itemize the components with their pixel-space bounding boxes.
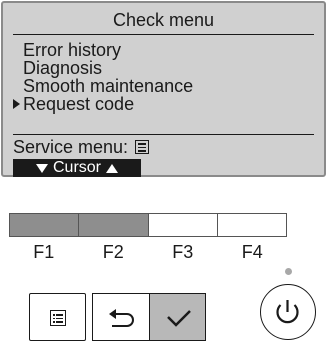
f4-key[interactable] [217, 214, 286, 236]
selection-arrow-icon [13, 99, 20, 109]
screen-title: Check menu [112, 10, 215, 30]
function-key-labels: F1 F2 F3 F4 [9, 243, 287, 261]
power-button[interactable] [260, 284, 316, 340]
f2-key[interactable] [79, 214, 149, 236]
checkmark-icon [167, 310, 191, 327]
cursor-up-icon [106, 163, 118, 173]
menu-item-label: Error history [23, 40, 122, 60]
cursor-hint-bar: Cursor [13, 159, 141, 177]
footer-divider [13, 134, 314, 135]
menu-item-label: Diagnosis [23, 58, 103, 78]
menu-item-label: Smooth maintenance [23, 76, 194, 96]
cursor-label: Cursor [52, 159, 101, 176]
function-key-row [9, 213, 287, 237]
menu-item-label: Request code [23, 94, 135, 114]
title-divider [13, 34, 314, 35]
f1-key[interactable] [10, 214, 80, 236]
return-button[interactable] [92, 293, 149, 341]
confirm-button[interactable] [149, 293, 206, 341]
return-arrow-icon [109, 309, 134, 327]
check-menu-list: Error history Diagnosis Smooth maintenan… [13, 41, 193, 114]
lcd-screen: Check menu Error history Diagnosis Smoot… [1, 1, 326, 177]
menu-item-request-code[interactable]: Request code [13, 94, 193, 114]
menu-list-icon [50, 310, 66, 326]
menu-item-error-history[interactable]: Error history [23, 41, 193, 59]
f4-label: F4 [241, 242, 263, 262]
menu-button[interactable] [29, 293, 86, 341]
f1-label: F1 [33, 242, 55, 262]
cursor-down-icon [35, 163, 48, 173]
menu-list-icon [135, 140, 150, 154]
f3-key[interactable] [148, 214, 218, 236]
f2-label: F2 [102, 242, 124, 262]
service-menu-label: Service menu: [13, 137, 129, 157]
menu-item-diagnosis[interactable]: Diagnosis [23, 59, 193, 77]
menu-item-smooth-maintenance[interactable]: Smooth maintenance [23, 77, 193, 95]
f3-label: F3 [172, 242, 194, 262]
power-indicator-lamp [285, 268, 292, 275]
service-menu-hint: Service menu: [13, 137, 150, 157]
power-icon [276, 300, 299, 324]
